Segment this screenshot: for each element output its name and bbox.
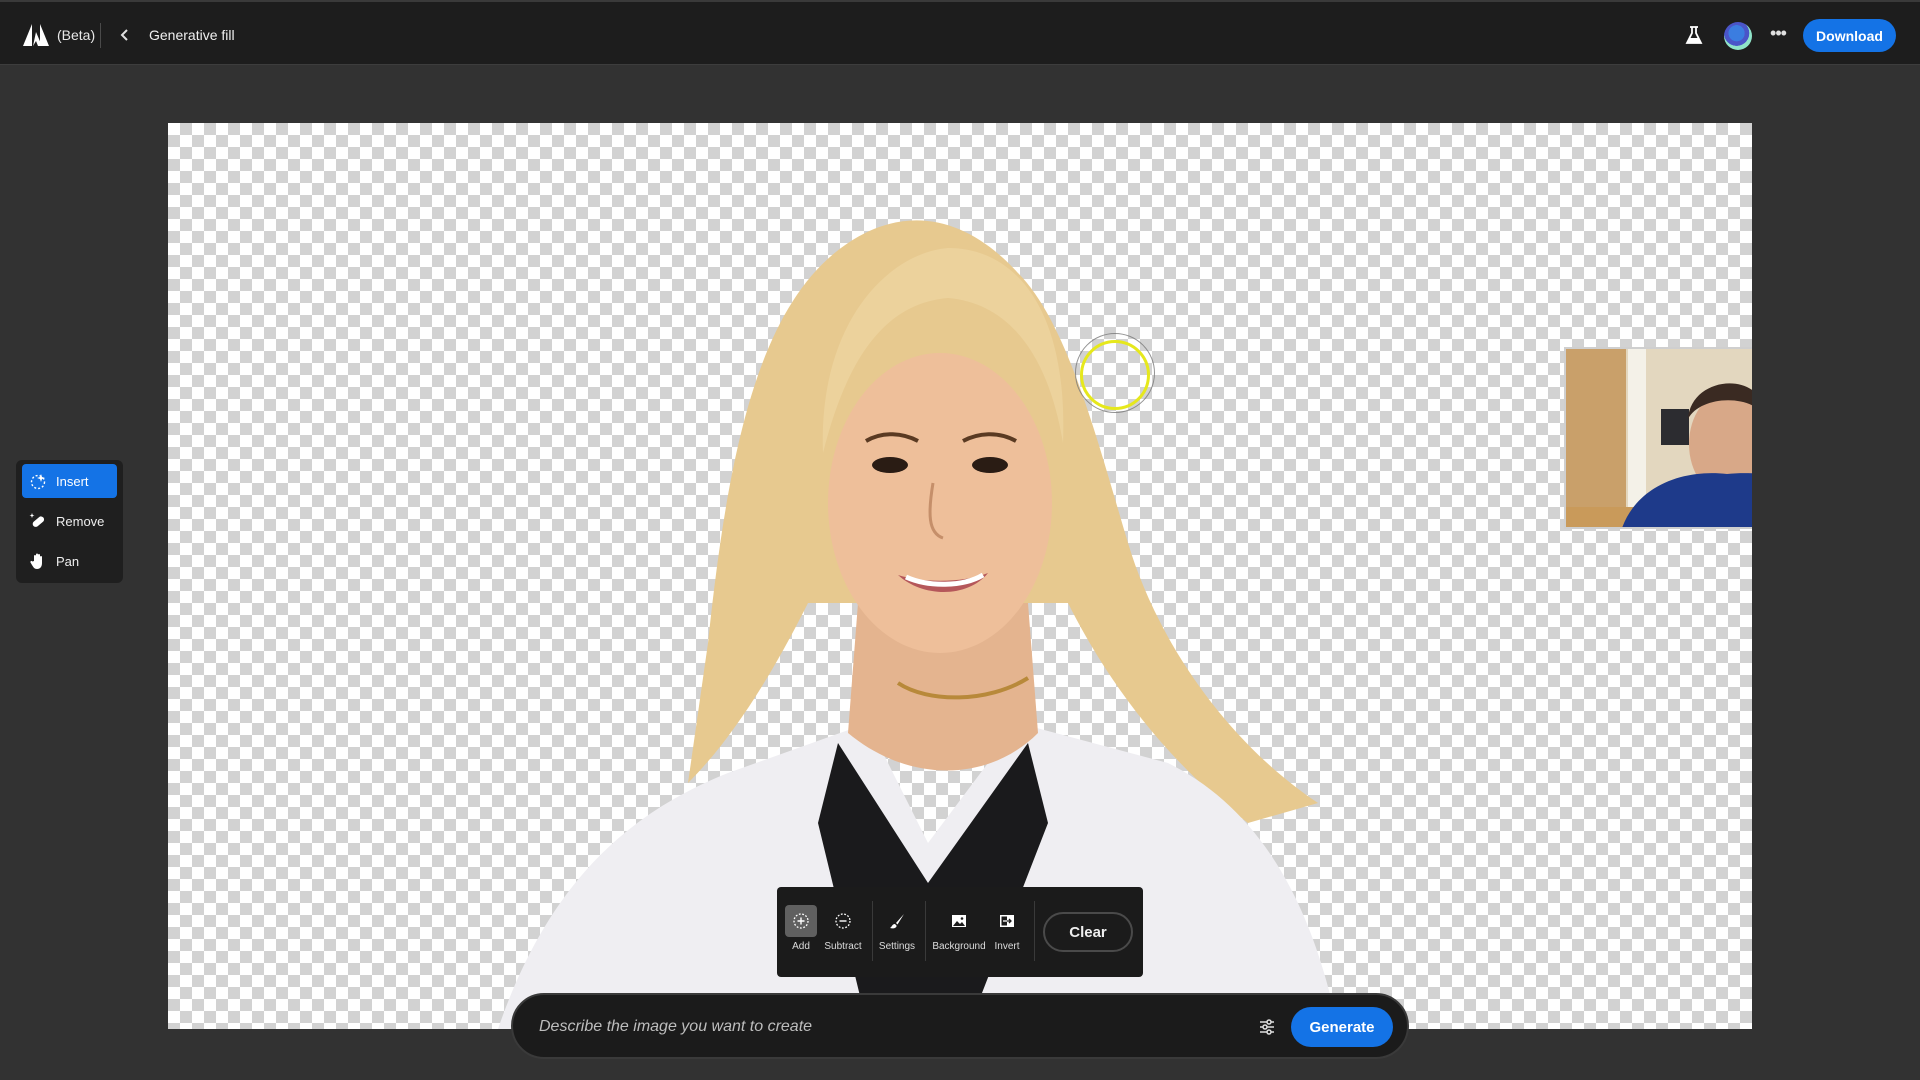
tool-remove[interactable]: Remove — [22, 504, 117, 538]
user-avatar[interactable] — [1724, 22, 1752, 50]
header-divider — [100, 23, 101, 48]
toolbar-divider — [872, 901, 873, 961]
invert-label: Invert — [994, 941, 1020, 952]
subtract-selection-button[interactable]: Subtract — [823, 905, 863, 952]
brush-settings-button[interactable]: Settings — [878, 905, 916, 952]
remove-bandage-icon — [29, 513, 45, 527]
add-label: Add — [792, 941, 810, 952]
beta-label: (Beta) — [57, 27, 96, 43]
app-header: (Beta) Generative fill ••• Download — [0, 0, 1920, 65]
brush-icon — [890, 914, 904, 929]
page-title: Generative fill — [149, 27, 235, 43]
prompt-bar: Generate — [511, 993, 1409, 1059]
tool-insert[interactable]: Insert — [22, 464, 117, 498]
webcam-feed — [1566, 349, 1752, 527]
selection-toolbar: Add Subtract Settings Background Invert … — [777, 887, 1143, 977]
background-button[interactable]: Background — [931, 905, 987, 952]
insert-sparkle-icon — [30, 474, 46, 490]
brush-cursor — [1075, 333, 1155, 413]
settings-label: Settings — [878, 941, 916, 952]
tool-insert-label: Insert — [56, 473, 89, 489]
back-button[interactable] — [116, 25, 134, 45]
add-selection-icon — [793, 913, 809, 929]
background-label: Background — [932, 941, 986, 952]
prompt-input[interactable] — [539, 1012, 1219, 1042]
toolbar-divider — [925, 901, 926, 961]
invert-button[interactable]: Invert — [987, 905, 1027, 952]
tool-panel: Insert Remove Pan — [16, 460, 123, 583]
flask-icon[interactable] — [1683, 24, 1705, 46]
tool-remove-label: Remove — [56, 513, 105, 529]
adobe-logo-icon[interactable] — [23, 24, 49, 46]
tool-pan-label: Pan — [56, 553, 80, 569]
hand-icon — [30, 553, 42, 569]
subtract-selection-icon — [835, 913, 851, 929]
add-selection-button[interactable]: Add — [785, 905, 817, 952]
clear-button[interactable]: Clear — [1043, 912, 1133, 952]
toolbar-divider — [1034, 901, 1035, 961]
invert-icon — [1000, 915, 1014, 927]
tool-pan[interactable]: Pan — [22, 544, 117, 578]
sliders-icon[interactable] — [1257, 1017, 1277, 1037]
subtract-label: Subtract — [824, 941, 862, 952]
generate-button[interactable]: Generate — [1291, 1007, 1393, 1047]
webcam-overlay — [1564, 347, 1752, 529]
download-button[interactable]: Download — [1803, 19, 1896, 52]
more-options-button[interactable]: ••• — [1767, 24, 1789, 46]
image-icon — [952, 915, 966, 927]
